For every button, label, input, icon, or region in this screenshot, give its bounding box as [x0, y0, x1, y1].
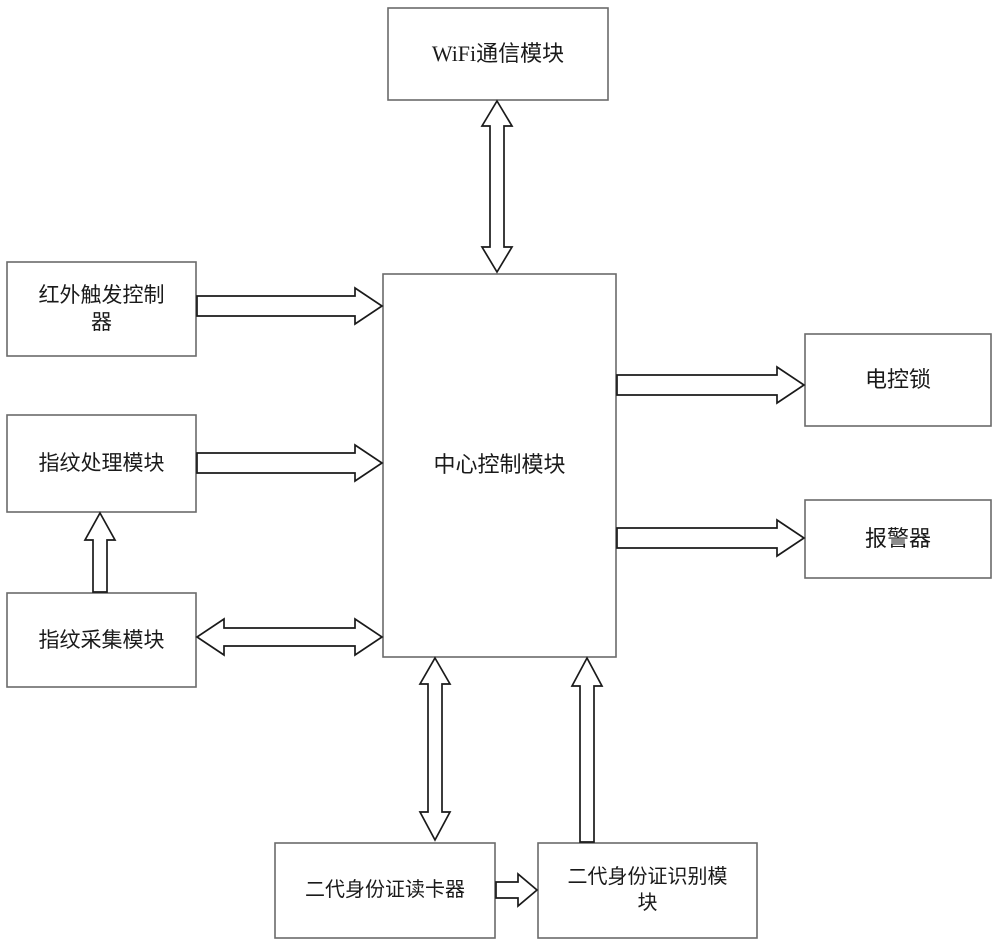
arrow-wifi-center-bidirectional	[480, 99, 514, 274]
node-fingerprint-capture-module[interactable]	[6, 592, 197, 688]
node-alarm[interactable]	[804, 499, 992, 579]
diagram-svg	[6, 7, 992, 939]
arrow-fingerprint-capture-to-process	[83, 511, 117, 593]
arrow-fingerprint-capture-center-bidirectional	[195, 617, 384, 657]
node-center-control-module[interactable]	[382, 273, 617, 658]
arrow-reader-center-bidirectional	[418, 656, 452, 842]
arrow-center-to-electric-lock	[616, 365, 806, 405]
node-wifi-module[interactable]	[387, 7, 609, 101]
arrow-fingerprint-process-to-center	[196, 443, 384, 483]
arrow-recognition-to-center	[570, 656, 604, 843]
arrow-center-to-alarm	[616, 518, 806, 558]
node-id-recognition-module[interactable]	[537, 842, 758, 939]
node-id-card-reader[interactable]	[274, 842, 496, 939]
arrow-infrared-to-center	[196, 286, 384, 326]
node-infrared-trigger-controller[interactable]	[6, 261, 197, 357]
node-electric-lock[interactable]	[804, 333, 992, 427]
node-fingerprint-processing-module[interactable]	[6, 414, 197, 513]
block-diagram-canvas: WiFi通信模块 红外触发控制 器 指纹处理模块 指纹采集模块 中心控制模块 电…	[0, 0, 1000, 944]
arrow-reader-to-recognition	[495, 872, 539, 908]
